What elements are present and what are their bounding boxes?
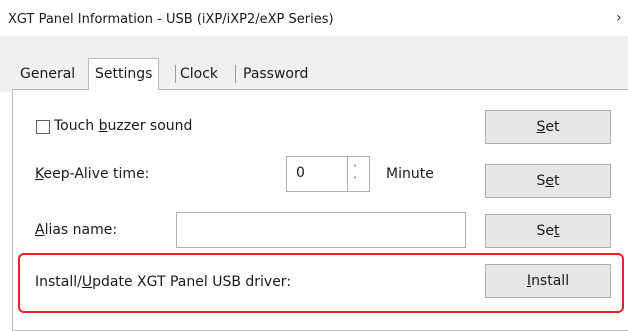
touch-buzzer-checkbox[interactable] (36, 120, 50, 134)
tab-divider (235, 65, 236, 83)
window-title: XGT Panel Information - USB (iXP/iXP2/eX… (8, 12, 334, 27)
tab-general[interactable]: General (20, 62, 75, 86)
install-button[interactable]: Install (485, 264, 611, 298)
alias-name-input[interactable] (176, 212, 466, 248)
spin-down-icon[interactable]: ˅ (353, 177, 357, 185)
title-bar: XGT Panel Information - USB (iXP/iXP2/eX… (0, 0, 628, 36)
tab-clock[interactable]: Clock (180, 62, 218, 86)
keep-alive-unit: Minute (386, 166, 434, 182)
alias-name-label: Alias name: (35, 222, 118, 238)
keep-alive-label: Keep-Alive time: (35, 166, 150, 182)
touch-buzzer-set-button[interactable]: Set (485, 110, 611, 144)
tab-settings[interactable]: Settings (88, 58, 160, 90)
keep-alive-set-button[interactable]: Set (485, 164, 611, 198)
tab-password[interactable]: Password (243, 62, 308, 86)
keep-alive-spinner[interactable]: ˄ ˅ (348, 156, 370, 192)
close-icon[interactable]: › (616, 11, 622, 25)
usb-driver-label: Install/Update XGT Panel USB driver: (35, 274, 292, 290)
tab-divider (175, 65, 176, 83)
alias-set-button[interactable]: Set (485, 214, 611, 248)
spin-up-icon[interactable]: ˄ (353, 165, 357, 173)
keep-alive-value[interactable]: 0 (296, 165, 305, 181)
touch-buzzer-label[interactable]: Touch buzzer sound (54, 118, 192, 134)
